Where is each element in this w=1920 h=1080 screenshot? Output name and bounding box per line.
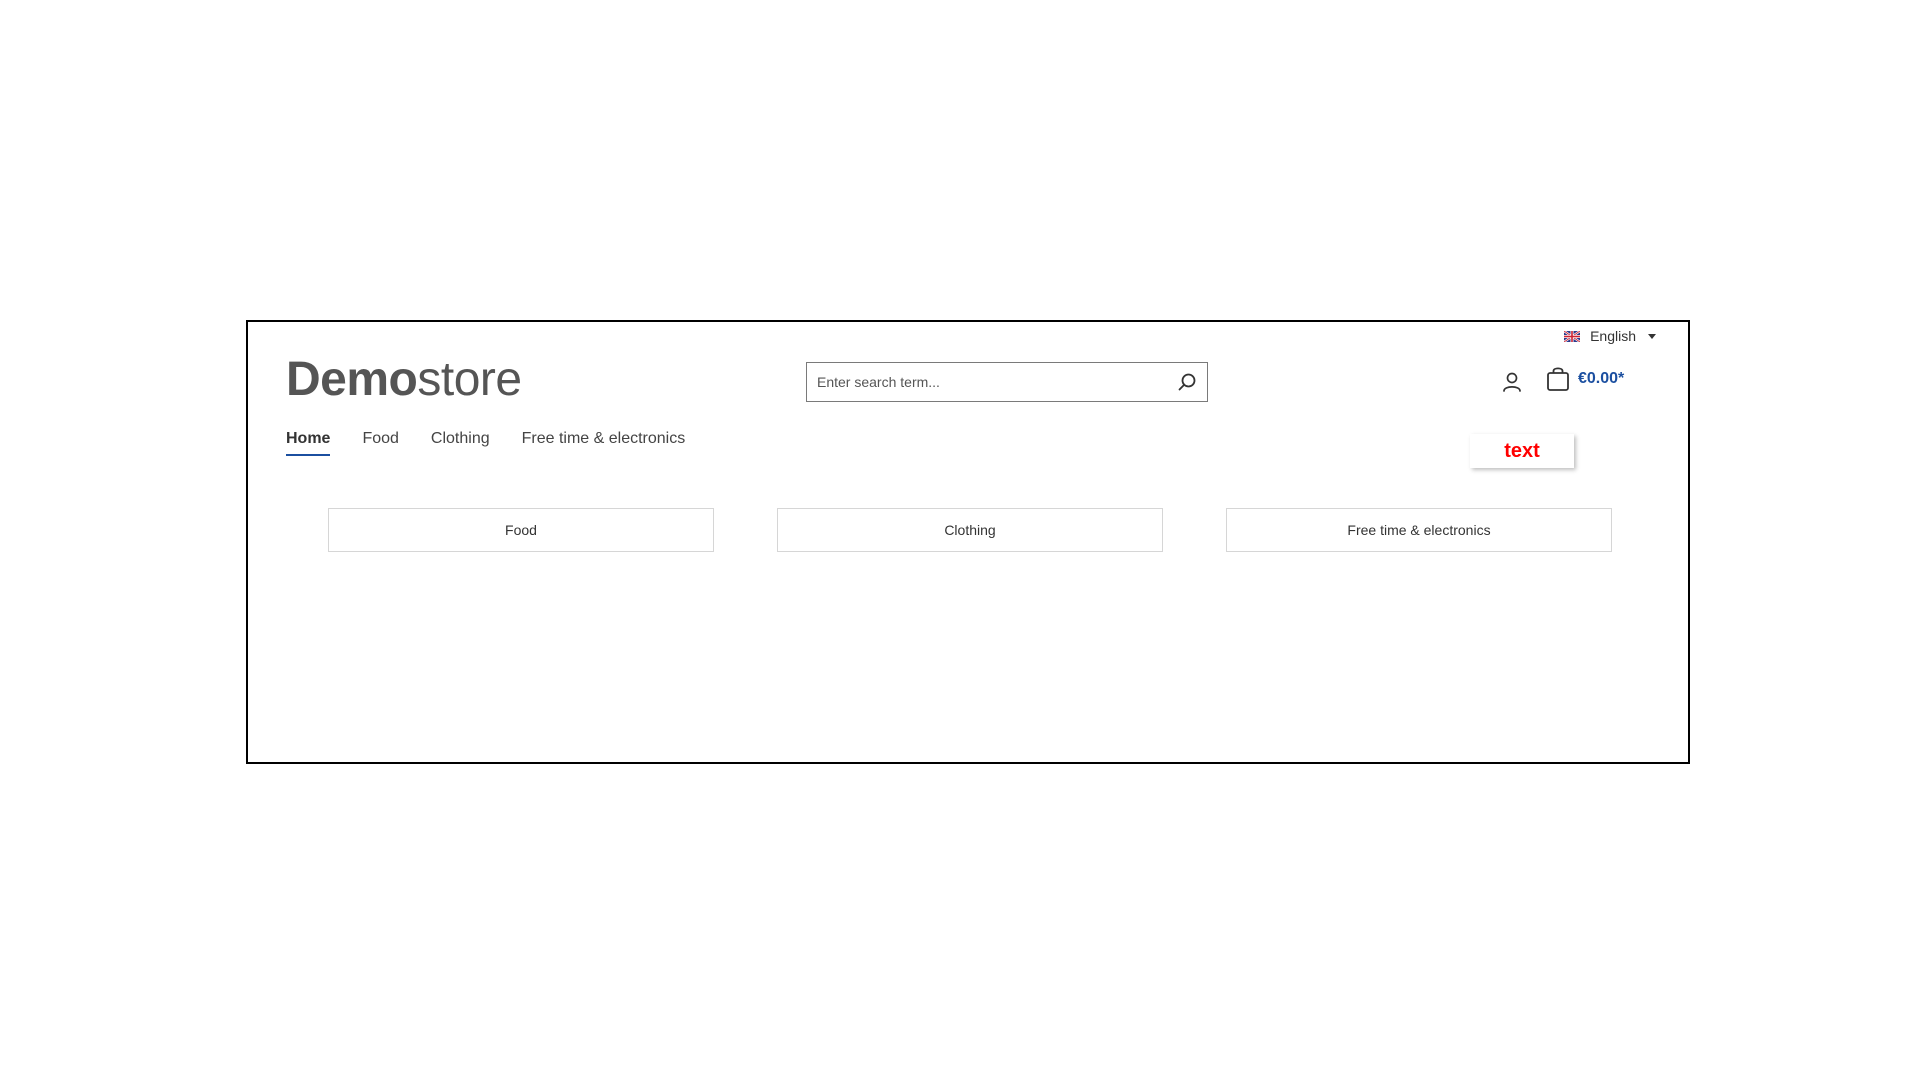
logo-bold-text: Demo [286, 353, 418, 406]
nav-item-food[interactable]: Food [362, 430, 398, 456]
nav-item-clothing[interactable]: Clothing [431, 430, 490, 456]
language-selector[interactable]: English [1564, 328, 1656, 344]
store-logo[interactable]: Demostore [286, 356, 522, 404]
shopping-bag-icon [1547, 367, 1569, 391]
search-button[interactable] [1167, 363, 1207, 401]
cart-button[interactable]: €0.00* [1546, 366, 1624, 392]
main-navigation: Home Food Clothing Free time & electroni… [286, 430, 685, 456]
page-frame: English Demostore €0.00* Home Food [246, 320, 1690, 764]
uk-flag-icon [1564, 330, 1581, 342]
cart-total: €0.00* [1578, 370, 1625, 387]
account-button[interactable] [1500, 370, 1524, 394]
language-label: English [1590, 328, 1636, 344]
search-icon [1178, 373, 1196, 391]
category-tile-clothing[interactable]: Clothing [777, 508, 1163, 552]
category-tiles: Food Clothing Free time & electronics [328, 508, 1612, 552]
chevron-down-icon [1648, 333, 1656, 339]
category-tile-free-time-electronics[interactable]: Free time & electronics [1226, 508, 1612, 552]
search-input[interactable] [807, 363, 1167, 401]
nav-item-free-time-electronics[interactable]: Free time & electronics [522, 430, 686, 456]
search-bar [806, 362, 1208, 402]
nav-item-home[interactable]: Home [286, 430, 331, 456]
logo-light-text: store [417, 353, 522, 406]
user-icon [1503, 372, 1521, 392]
text-sticker: text [1470, 434, 1574, 468]
category-tile-food[interactable]: Food [328, 508, 714, 552]
